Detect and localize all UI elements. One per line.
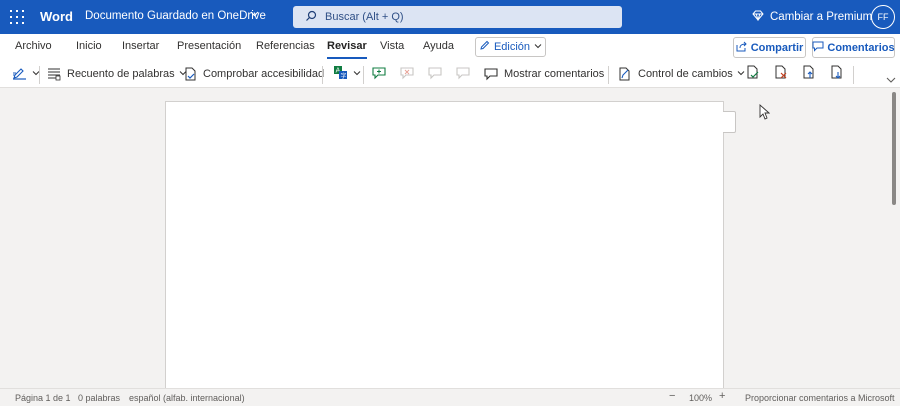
previous-comment-button[interactable] [428, 66, 443, 82]
comment-icon [812, 41, 824, 55]
feedback-link[interactable]: Proporcionar comentarios a Microsoft [745, 393, 895, 403]
document-save-status[interactable]: Guardado en OneDrive [147, 10, 266, 22]
accept-change-icon [746, 65, 760, 83]
app-name[interactable]: Word [40, 9, 73, 24]
editing-mode-button[interactable]: Edición [475, 37, 546, 57]
mouse-pointer-icon [759, 103, 771, 125]
title-bar: Word Documento Guardado en OneDrive Busc… [0, 0, 900, 34]
document-page[interactable] [165, 101, 724, 391]
track-changes-label: Control de cambios [638, 68, 733, 80]
pencil-icon [479, 40, 490, 54]
show-comments-button[interactable]: Mostrar comentarios [484, 66, 604, 82]
tab-ayuda[interactable]: Ayuda [423, 40, 454, 52]
status-bar: Página 1 de 1 0 palabras español (alfab.… [0, 388, 900, 406]
reject-change-icon [774, 65, 788, 83]
tab-vista[interactable]: Vista [380, 40, 404, 52]
tab-revisar[interactable]: Revisar [327, 40, 367, 59]
tab-referencias[interactable]: Referencias [256, 40, 315, 52]
previous-comment-icon [428, 66, 443, 83]
previous-change-icon [802, 65, 816, 83]
ribbon-collapse-chevron-icon[interactable] [886, 76, 896, 86]
diamond-icon [752, 10, 764, 24]
editing-mode-label: Edición [493, 41, 531, 53]
ribbon-toolbar: Recuento de palabras Comprobar accesibil… [0, 60, 900, 88]
scrollbar-thumb[interactable] [892, 92, 896, 205]
zoom-in-button[interactable]: + [719, 390, 725, 402]
accept-change-button[interactable] [746, 65, 760, 83]
word-count-label: Recuento de palabras [67, 68, 175, 80]
spelling-pen-icon [12, 66, 28, 83]
menu-bar: Archivo Inicio Insertar Presentación Ref… [0, 34, 900, 60]
share-button[interactable]: Compartir [733, 37, 806, 58]
search-input[interactable]: Buscar (Alt + Q) [293, 6, 622, 28]
chevron-down-icon [737, 69, 745, 79]
check-accessibility-label: Comprobar accesibilidad [203, 68, 325, 80]
document-name[interactable]: Documento [85, 10, 144, 22]
upgrade-premium-label: Cambiar a Premium [770, 11, 873, 23]
chevron-down-icon [353, 69, 361, 79]
next-comment-icon [456, 66, 471, 83]
chevron-down-icon[interactable] [250, 9, 259, 21]
app-launcher-icon[interactable] [10, 10, 24, 24]
new-comment-button[interactable] [372, 66, 387, 82]
comment-icon [484, 67, 498, 81]
search-placeholder: Buscar (Alt + Q) [325, 11, 404, 23]
comments-margin-tab[interactable] [723, 111, 736, 133]
comments-button[interactable]: Comentarios [812, 37, 895, 58]
word-count-icon [47, 67, 61, 81]
zoom-out-button[interactable]: − [669, 390, 675, 402]
check-accessibility-button[interactable]: Comprobar accesibilidad [183, 66, 324, 82]
next-change-icon [830, 65, 844, 83]
svg-text:字: 字 [341, 72, 347, 80]
tab-insertar[interactable]: Insertar [122, 40, 159, 52]
tab-archivo[interactable]: Archivo [15, 40, 52, 52]
accessibility-check-icon [183, 67, 197, 81]
zoom-level[interactable]: 100% [689, 393, 712, 403]
translate-icon: A字 [333, 65, 349, 83]
delete-comment-icon [400, 66, 415, 83]
ribbon-divider [608, 66, 609, 84]
delete-comment-button[interactable] [400, 66, 415, 82]
ribbon-divider [363, 66, 364, 84]
track-changes-button[interactable]: Control de cambios [618, 66, 745, 82]
new-comment-icon [372, 66, 387, 83]
next-comment-button[interactable] [456, 66, 471, 82]
translate-button[interactable]: A字 [333, 66, 361, 82]
search-icon [305, 10, 317, 25]
comments-label: Comentarios [827, 41, 895, 54]
track-changes-icon [618, 67, 632, 81]
share-label: Compartir [750, 41, 804, 54]
upgrade-premium-button[interactable]: Cambiar a Premium [752, 10, 872, 24]
word-count-button[interactable]: Recuento de palabras [47, 66, 187, 82]
ribbon-divider [322, 66, 323, 84]
previous-change-button[interactable] [802, 65, 816, 83]
avatar[interactable]: FF [871, 5, 895, 29]
tab-inicio[interactable]: Inicio [76, 40, 102, 52]
ribbon-divider [853, 66, 854, 84]
spelling-grammar-button[interactable] [12, 66, 40, 82]
chevron-down-icon [534, 41, 542, 53]
show-comments-label: Mostrar comentarios [504, 68, 605, 80]
ribbon-divider [39, 66, 40, 84]
document-canvas [0, 89, 900, 391]
language-status[interactable]: español (alfab. internacional) [129, 393, 245, 403]
tab-presentacion[interactable]: Presentación [177, 40, 241, 52]
reject-change-button[interactable] [774, 65, 788, 83]
word-count-status[interactable]: 0 palabras [78, 393, 120, 403]
next-change-button[interactable] [830, 65, 844, 83]
vertical-scrollbar[interactable] [887, 89, 900, 388]
page-info: Página 1 de 1 [15, 393, 71, 403]
share-icon [736, 41, 748, 55]
